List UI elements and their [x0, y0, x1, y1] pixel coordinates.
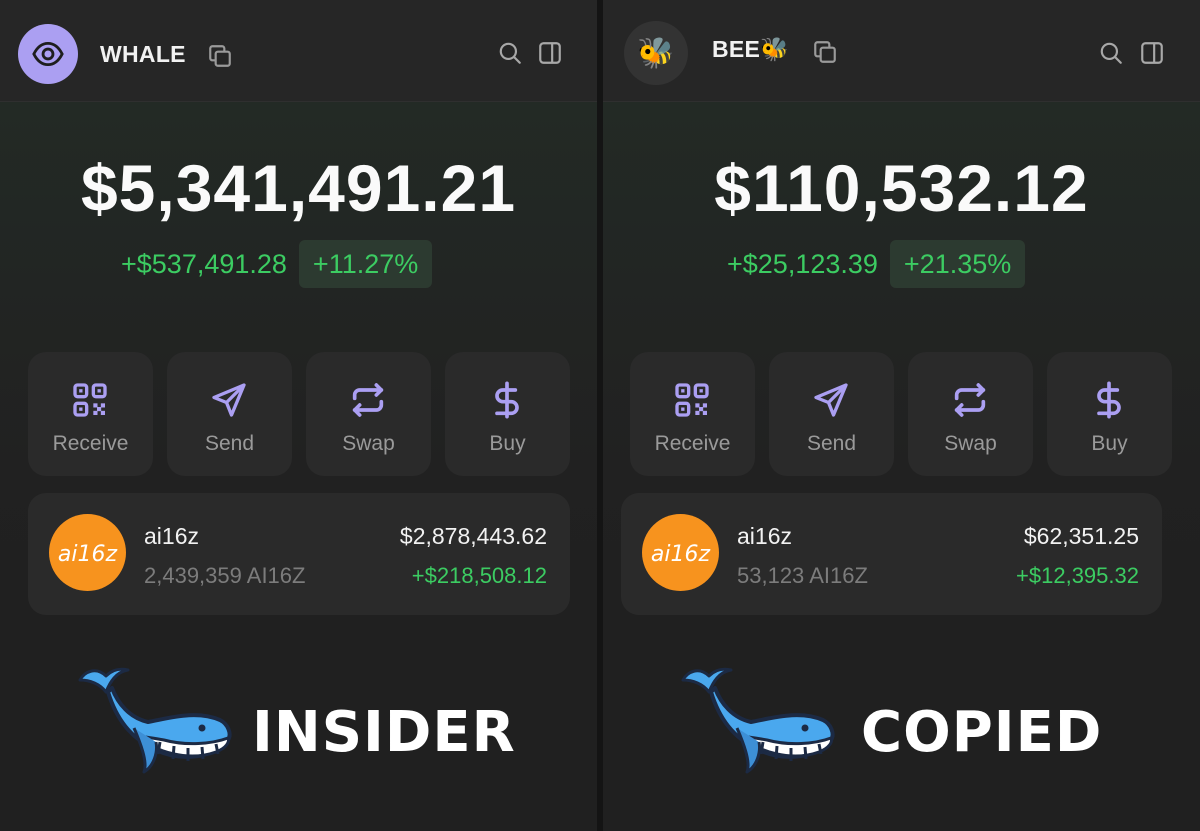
account-avatar[interactable]: 🐝	[624, 21, 688, 85]
sidebar-toggle-icon[interactable]	[537, 40, 563, 66]
receive-button[interactable]: Receive	[28, 352, 153, 476]
eye-icon	[32, 41, 64, 67]
dollar-icon	[487, 380, 527, 420]
qr-code-icon	[672, 380, 712, 420]
account-name[interactable]: BEE🐝	[712, 36, 789, 63]
total-balance: $5,341,491.21	[80, 151, 517, 225]
bee-icon: 🐝	[637, 36, 675, 70]
token-name: ai16z	[737, 523, 792, 549]
change-amount: +$537,491.28	[121, 248, 287, 279]
sidebar-toggle-icon[interactable]	[1139, 40, 1165, 66]
balance-change: +$25,123.39 +21.35%	[727, 240, 1026, 288]
copy-icon[interactable]	[812, 39, 838, 65]
token-name: ai16z	[144, 523, 199, 549]
ai16z-logo-text: ai16z	[58, 542, 118, 567]
whale-icon	[679, 658, 839, 778]
token-row-ai16z[interactable]: ai16z ai16z 53,123 AI16Z $62,351.25 +$12…	[621, 493, 1162, 615]
send-button[interactable]: Send	[769, 352, 894, 476]
token-value: $62,351.25	[1023, 523, 1139, 549]
search-icon[interactable]	[1098, 40, 1124, 66]
account-name[interactable]: WHALE	[100, 41, 186, 68]
send-label: Send	[204, 432, 255, 455]
token-pnl: +$218,508.12	[411, 563, 547, 588]
wallet-panel-bee: 🐝 BEE🐝 $110,532.12 +$25,123.39 +21.35% R…	[603, 0, 1200, 831]
swap-label: Swap	[944, 432, 997, 455]
buy-button[interactable]: Buy	[445, 352, 570, 476]
token-value: $2,878,443.62	[399, 523, 547, 549]
swap-label: Swap	[342, 432, 395, 455]
token-quantity: 53,123 AI16Z	[737, 563, 868, 588]
buy-label: Buy	[1091, 432, 1128, 455]
ai16z-logo-text: ai16z	[651, 542, 711, 567]
search-icon[interactable]	[497, 40, 523, 66]
change-percent-badge: +21.35%	[889, 240, 1026, 288]
receive-button[interactable]: Receive	[630, 352, 755, 476]
send-button[interactable]: Send	[167, 352, 292, 476]
account-avatar[interactable]	[18, 24, 78, 84]
send-arrow-icon	[811, 380, 851, 420]
change-percent-badge: +11.27%	[298, 240, 433, 288]
ai16z-logo: ai16z	[49, 514, 126, 591]
send-label: Send	[806, 432, 857, 455]
caption-copied: COPIED	[861, 700, 1103, 765]
receive-label: Receive	[52, 432, 129, 455]
copy-icon[interactable]	[207, 43, 233, 69]
send-arrow-icon	[209, 380, 249, 420]
whale-icon	[76, 658, 236, 778]
token-row-ai16z[interactable]: ai16z ai16z 2,439,359 AI16Z $2,878,443.6…	[28, 493, 570, 615]
dollar-icon	[1089, 380, 1129, 420]
total-balance: $110,532.12	[714, 151, 1089, 225]
swap-button[interactable]: Swap	[306, 352, 431, 476]
buy-button[interactable]: Buy	[1047, 352, 1172, 476]
caption-insider: INSIDER	[252, 700, 516, 765]
receive-label: Receive	[654, 432, 731, 455]
ai16z-logo: ai16z	[642, 514, 719, 591]
qr-code-icon	[70, 380, 110, 420]
change-amount: +$25,123.39	[727, 248, 878, 279]
wallet-panel-whale: WHALE $5,341,491.21 +$537,491.28 +11.27%…	[0, 0, 597, 831]
token-pnl: +$12,395.32	[1016, 563, 1139, 588]
balance-change: +$537,491.28 +11.27%	[121, 240, 433, 288]
swap-arrows-icon	[950, 380, 990, 420]
buy-label: Buy	[489, 432, 526, 455]
swap-button[interactable]: Swap	[908, 352, 1033, 476]
swap-arrows-icon	[348, 380, 388, 420]
token-quantity: 2,439,359 AI16Z	[144, 563, 306, 588]
